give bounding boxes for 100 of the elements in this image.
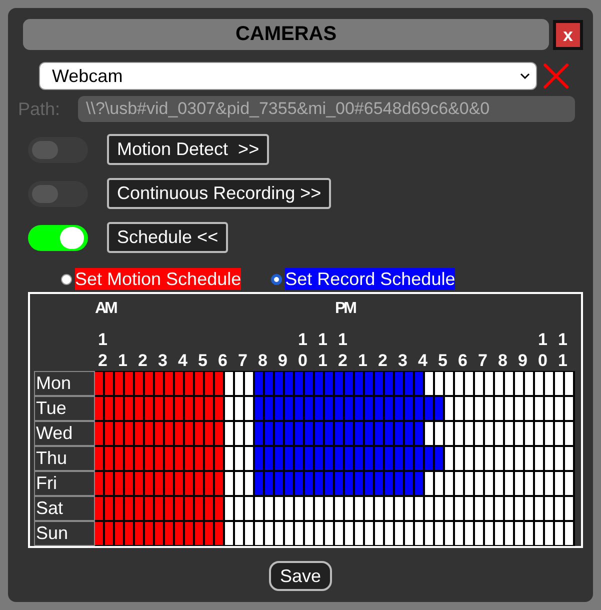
time-slot[interactable] — [215, 372, 223, 395]
time-slot[interactable] — [125, 522, 133, 545]
time-slot[interactable] — [535, 397, 543, 420]
time-slot[interactable] — [365, 497, 373, 520]
time-slot[interactable] — [225, 472, 233, 495]
time-slot[interactable] — [435, 472, 443, 495]
time-slot[interactable] — [375, 422, 383, 445]
time-slot[interactable] — [495, 397, 503, 420]
time-slot[interactable] — [365, 447, 373, 470]
time-slot[interactable] — [195, 522, 203, 545]
time-slot[interactable] — [265, 372, 273, 395]
time-slot[interactable] — [375, 472, 383, 495]
time-slot[interactable] — [105, 497, 113, 520]
time-slot[interactable] — [305, 447, 313, 470]
time-slot[interactable] — [395, 397, 403, 420]
time-slot[interactable] — [545, 472, 553, 495]
time-slot[interactable] — [125, 397, 133, 420]
time-slot[interactable] — [515, 497, 523, 520]
time-slot[interactable] — [525, 447, 533, 470]
time-slot[interactable] — [435, 522, 443, 545]
time-slot[interactable] — [515, 397, 523, 420]
time-slot[interactable] — [155, 372, 163, 395]
time-slot[interactable] — [565, 497, 573, 520]
time-slot[interactable] — [515, 472, 523, 495]
time-slot[interactable] — [395, 447, 403, 470]
time-slot[interactable] — [245, 472, 253, 495]
time-slot[interactable] — [495, 472, 503, 495]
time-slot[interactable] — [255, 372, 263, 395]
time-slot[interactable] — [275, 472, 283, 495]
time-slot[interactable] — [525, 472, 533, 495]
time-slot[interactable] — [405, 472, 413, 495]
time-slot[interactable] — [105, 422, 113, 445]
time-slot[interactable] — [465, 472, 473, 495]
time-slot[interactable] — [325, 472, 333, 495]
time-slot[interactable] — [305, 372, 313, 395]
time-slot[interactable] — [365, 522, 373, 545]
time-slot[interactable] — [555, 397, 563, 420]
time-slot[interactable] — [475, 397, 483, 420]
time-slot[interactable] — [405, 372, 413, 395]
time-slot[interactable] — [95, 497, 103, 520]
time-slot[interactable] — [405, 422, 413, 445]
time-slot[interactable] — [95, 372, 103, 395]
time-slot[interactable] — [415, 422, 423, 445]
time-slot[interactable] — [425, 522, 433, 545]
time-slot[interactable] — [175, 447, 183, 470]
time-slot[interactable] — [125, 447, 133, 470]
time-slot[interactable] — [335, 472, 343, 495]
time-slot[interactable] — [215, 522, 223, 545]
time-slot[interactable] — [205, 522, 213, 545]
toggle-switch[interactable] — [28, 224, 88, 250]
time-slot[interactable] — [405, 397, 413, 420]
time-slot[interactable] — [325, 447, 333, 470]
time-slot[interactable] — [135, 447, 143, 470]
time-slot[interactable] — [275, 422, 283, 445]
time-slot[interactable] — [265, 472, 273, 495]
time-slot[interactable] — [185, 447, 193, 470]
time-slot[interactable] — [305, 472, 313, 495]
time-slot[interactable] — [125, 472, 133, 495]
time-slot[interactable] — [125, 372, 133, 395]
time-slot[interactable] — [95, 397, 103, 420]
time-slot[interactable] — [495, 372, 503, 395]
time-slot[interactable] — [495, 422, 503, 445]
time-slot[interactable] — [485, 372, 493, 395]
time-slot[interactable] — [105, 472, 113, 495]
time-slot[interactable] — [115, 522, 123, 545]
time-slot[interactable] — [195, 372, 203, 395]
time-slot[interactable] — [345, 447, 353, 470]
time-slot[interactable] — [325, 372, 333, 395]
time-slot[interactable] — [285, 472, 293, 495]
time-slot[interactable] — [525, 497, 533, 520]
schedule-mode-label[interactable]: Set Motion Schedule — [75, 268, 242, 290]
time-slot[interactable] — [455, 372, 463, 395]
time-slot[interactable] — [235, 447, 243, 470]
time-slot[interactable] — [505, 497, 513, 520]
time-slot[interactable] — [95, 522, 103, 545]
time-slot[interactable] — [415, 522, 423, 545]
time-slot[interactable] — [165, 522, 173, 545]
time-slot[interactable] — [425, 497, 433, 520]
time-slot[interactable] — [425, 397, 433, 420]
time-slot[interactable] — [245, 372, 253, 395]
time-slot[interactable] — [115, 422, 123, 445]
time-slot[interactable] — [555, 472, 563, 495]
time-slot[interactable] — [225, 372, 233, 395]
time-slot[interactable] — [275, 522, 283, 545]
time-slot[interactable] — [395, 522, 403, 545]
time-slot[interactable] — [355, 422, 363, 445]
time-slot[interactable] — [145, 422, 153, 445]
time-slot[interactable] — [455, 497, 463, 520]
time-slot[interactable] — [475, 522, 483, 545]
time-slot[interactable] — [525, 522, 533, 545]
time-slot[interactable] — [375, 497, 383, 520]
time-slot[interactable] — [105, 397, 113, 420]
time-slot[interactable] — [445, 372, 453, 395]
time-slot[interactable] — [445, 422, 453, 445]
time-slot[interactable] — [435, 397, 443, 420]
time-slot[interactable] — [555, 497, 563, 520]
time-slot[interactable] — [455, 472, 463, 495]
time-slot[interactable] — [495, 522, 503, 545]
time-slot[interactable] — [255, 522, 263, 545]
time-slot[interactable] — [285, 372, 293, 395]
